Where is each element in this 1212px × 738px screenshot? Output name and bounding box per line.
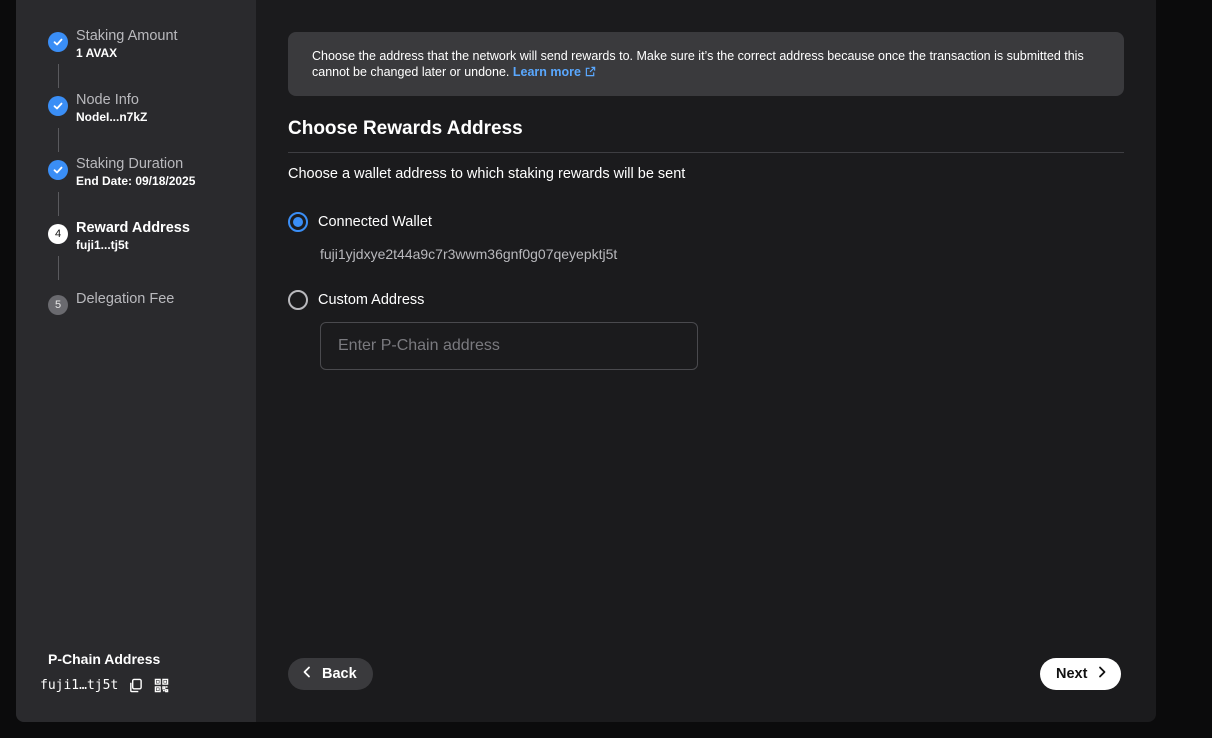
connected-wallet-address: fuji1yjdxye2t44a9c7r3wwm36gnf0g07qeyepkt… xyxy=(320,246,618,262)
step-connector xyxy=(58,256,59,280)
qr-code-icon[interactable] xyxy=(152,676,170,694)
chevron-left-icon xyxy=(302,666,312,682)
custom-address-option[interactable]: Custom Address xyxy=(288,290,424,310)
info-notice: Choose the address that the network will… xyxy=(288,32,1124,96)
learn-more-link[interactable]: Learn more xyxy=(513,65,596,79)
next-button[interactable]: Next xyxy=(1040,658,1122,690)
step-title: Staking Duration xyxy=(76,156,184,172)
main-content: Choose the address that the network will… xyxy=(288,32,1124,370)
check-icon xyxy=(48,32,68,52)
custom-address-input[interactable] xyxy=(320,322,698,370)
divider xyxy=(288,152,1124,153)
pchain-address-label: P-Chain Address xyxy=(48,651,161,667)
chevron-right-icon xyxy=(1097,666,1107,682)
check-icon xyxy=(48,96,68,116)
step-connector xyxy=(58,128,59,152)
step-title: Staking Amount xyxy=(76,28,178,44)
app-frame: Staking Amount 1 AVAX Node Info NodeI...… xyxy=(16,0,1156,722)
step-number: 4 xyxy=(48,224,68,244)
back-button[interactable]: Back xyxy=(288,658,373,690)
step-title: Node Info xyxy=(76,92,139,108)
radio-custom-address[interactable] xyxy=(288,290,308,310)
step-subtitle: fuji1...tj5t xyxy=(76,238,129,252)
check-icon xyxy=(48,160,68,180)
copy-icon[interactable] xyxy=(126,676,144,694)
step-subtitle: End Date: 09/18/2025 xyxy=(76,174,196,188)
page-title: Choose Rewards Address xyxy=(288,118,523,139)
notice-text: Choose the address that the network will… xyxy=(312,49,1084,79)
step-subtitle: 1 AVAX xyxy=(76,46,118,60)
back-button-label: Back xyxy=(322,666,357,682)
pchain-address-row: fuji1…tj5t xyxy=(40,676,170,694)
next-button-label: Next xyxy=(1056,666,1088,682)
step-title: Delegation Fee xyxy=(76,291,175,307)
radio-connected-wallet[interactable] xyxy=(288,212,308,232)
external-link-icon xyxy=(585,65,596,81)
connected-wallet-option[interactable]: Connected Wallet xyxy=(288,212,432,232)
step-number: 5 xyxy=(48,295,68,315)
pchain-address-value: fuji1…tj5t xyxy=(40,677,119,693)
page-description: Choose a wallet address to which staking… xyxy=(288,166,686,182)
step-connector xyxy=(58,192,59,216)
connected-wallet-label: Connected Wallet xyxy=(318,214,432,230)
step-title: Reward Address xyxy=(76,220,190,236)
stepper-sidebar: Staking Amount 1 AVAX Node Info NodeI...… xyxy=(16,0,256,722)
step-subtitle: NodeI...n7kZ xyxy=(76,110,148,124)
custom-address-label: Custom Address xyxy=(318,292,425,308)
step-connector xyxy=(58,64,59,88)
